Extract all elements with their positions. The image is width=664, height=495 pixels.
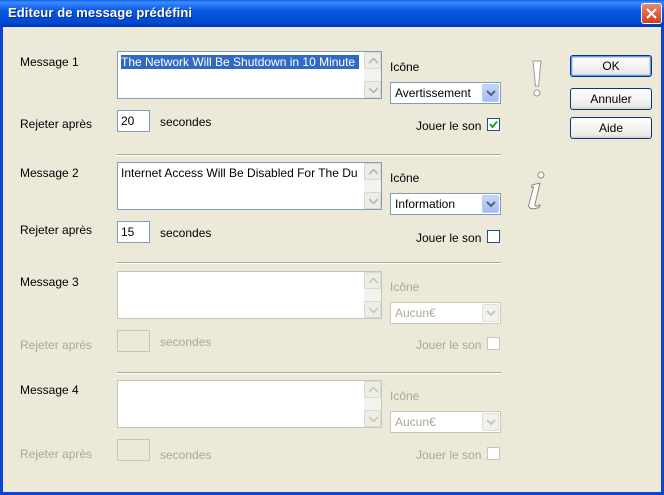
exclamation-icon xyxy=(532,60,542,97)
window-title: Editeur de message prédéfini xyxy=(8,5,193,20)
scroll-down-button[interactable] xyxy=(364,410,381,427)
message-2-sound-checkbox[interactable] xyxy=(487,230,500,243)
message-2-label: Message 2 xyxy=(20,166,79,180)
chevron-down-icon xyxy=(486,90,496,97)
chevron-down-icon xyxy=(369,87,378,93)
message-2-text: Internet Access Will Be Disabled For The… xyxy=(121,166,358,180)
chevron-down-icon xyxy=(486,201,496,208)
message-1-sound-label: Jouer le son xyxy=(416,119,482,133)
message-2-sound-label: Jouer le son xyxy=(416,231,482,245)
message-4-icon-value: Aucun€ xyxy=(395,415,436,429)
message-2-text-area[interactable]: Internet Access Will Be Disabled For The… xyxy=(117,162,382,210)
message-4-label: Message 4 xyxy=(20,383,79,397)
message-1-label: Message 1 xyxy=(20,55,79,69)
message-4-icon-label: Icône xyxy=(390,389,420,403)
scroll-down-button[interactable] xyxy=(364,81,381,98)
message-4-icon-select[interactable]: Aucun€ xyxy=(390,411,501,433)
dropdown-button[interactable] xyxy=(482,84,499,102)
message-2-reject-label: Rejeter après xyxy=(20,223,93,237)
ok-button[interactable]: OK xyxy=(570,55,652,77)
message-3-icon-value: Aucun€ xyxy=(395,306,436,320)
chevron-up-icon xyxy=(369,58,378,64)
close-button[interactable] xyxy=(641,3,662,24)
section-divider xyxy=(117,262,501,264)
message-2-seconds-field[interactable]: 15 xyxy=(117,221,150,243)
chevron-down-icon xyxy=(369,198,378,204)
chevron-down-icon xyxy=(369,416,378,422)
message-1-icon-value: Avertissement xyxy=(395,86,471,100)
scroll-up-button[interactable] xyxy=(364,52,381,69)
message-3-reject-label: Rejeter après xyxy=(20,338,93,352)
chevron-up-icon xyxy=(369,387,378,393)
message-2-icon-label: Icône xyxy=(390,171,420,185)
message-3-seconds-label: secondes xyxy=(160,335,212,349)
message-3-label: Message 3 xyxy=(20,275,79,289)
message-1-text: The Network Will Be Shutdown in 10 Minut… xyxy=(121,55,359,69)
message-4-text-area[interactable] xyxy=(117,380,382,428)
message-2-scrollbar[interactable] xyxy=(364,163,381,209)
dropdown-button[interactable] xyxy=(482,304,499,322)
scroll-down-button[interactable] xyxy=(364,192,381,209)
message-3-icon-label: Icône xyxy=(390,280,420,294)
information-icon xyxy=(528,171,545,210)
section-divider xyxy=(117,154,501,156)
message-3-seconds-field[interactable] xyxy=(117,330,150,352)
message-3-scrollbar[interactable] xyxy=(364,272,381,318)
message-1-icon-select[interactable]: Avertissement xyxy=(390,82,501,104)
close-icon xyxy=(646,8,657,19)
message-1-text-area[interactable]: The Network Will Be Shutdown in 10 Minut… xyxy=(117,51,382,99)
checkmark-icon xyxy=(489,120,498,129)
cancel-button[interactable]: Annuler xyxy=(570,88,652,110)
chevron-down-icon xyxy=(486,419,496,426)
section-divider xyxy=(117,372,501,374)
dropdown-button[interactable] xyxy=(482,195,499,213)
message-1-reject-label: Rejeter après xyxy=(20,117,93,131)
message-3-sound-checkbox[interactable] xyxy=(487,337,500,350)
message-4-seconds-field[interactable] xyxy=(117,439,150,461)
chevron-up-icon xyxy=(369,278,378,284)
message-2-icon-value: Information xyxy=(395,197,456,211)
message-2-seconds-label: secondes xyxy=(160,226,212,240)
title-bar[interactable]: Editeur de message prédéfini xyxy=(0,0,664,27)
message-4-sound-checkbox[interactable] xyxy=(487,447,500,460)
message-1-seconds-field[interactable]: 20 xyxy=(117,110,150,132)
message-1-icon-label: Icône xyxy=(390,60,420,74)
message-3-icon-select[interactable]: Aucun€ xyxy=(390,302,501,324)
message-4-scrollbar[interactable] xyxy=(364,381,381,427)
scroll-up-button[interactable] xyxy=(364,272,381,289)
help-button[interactable]: Aide xyxy=(570,117,652,139)
dropdown-button[interactable] xyxy=(482,413,499,431)
scroll-up-button[interactable] xyxy=(364,163,381,180)
scroll-up-button[interactable] xyxy=(364,381,381,398)
message-3-text-area[interactable] xyxy=(117,271,382,319)
chevron-down-icon xyxy=(486,310,496,317)
dialog-window: Editeur de message prédéfini Message 1 T… xyxy=(0,0,664,495)
message-2-icon-select[interactable]: Information xyxy=(390,193,501,215)
message-4-reject-label: Rejeter après xyxy=(20,447,93,461)
message-4-sound-label: Jouer le son xyxy=(416,448,482,462)
message-3-sound-label: Jouer le son xyxy=(416,338,482,352)
chevron-down-icon xyxy=(369,307,378,313)
message-2-seconds-value: 15 xyxy=(121,225,135,239)
scroll-down-button[interactable] xyxy=(364,301,381,318)
message-4-seconds-label: secondes xyxy=(160,448,212,462)
message-1-seconds-label: secondes xyxy=(160,115,212,129)
message-1-scrollbar[interactable] xyxy=(364,52,381,98)
message-1-seconds-value: 20 xyxy=(121,114,135,128)
chevron-up-icon xyxy=(369,169,378,175)
message-1-sound-checkbox[interactable] xyxy=(487,118,500,131)
